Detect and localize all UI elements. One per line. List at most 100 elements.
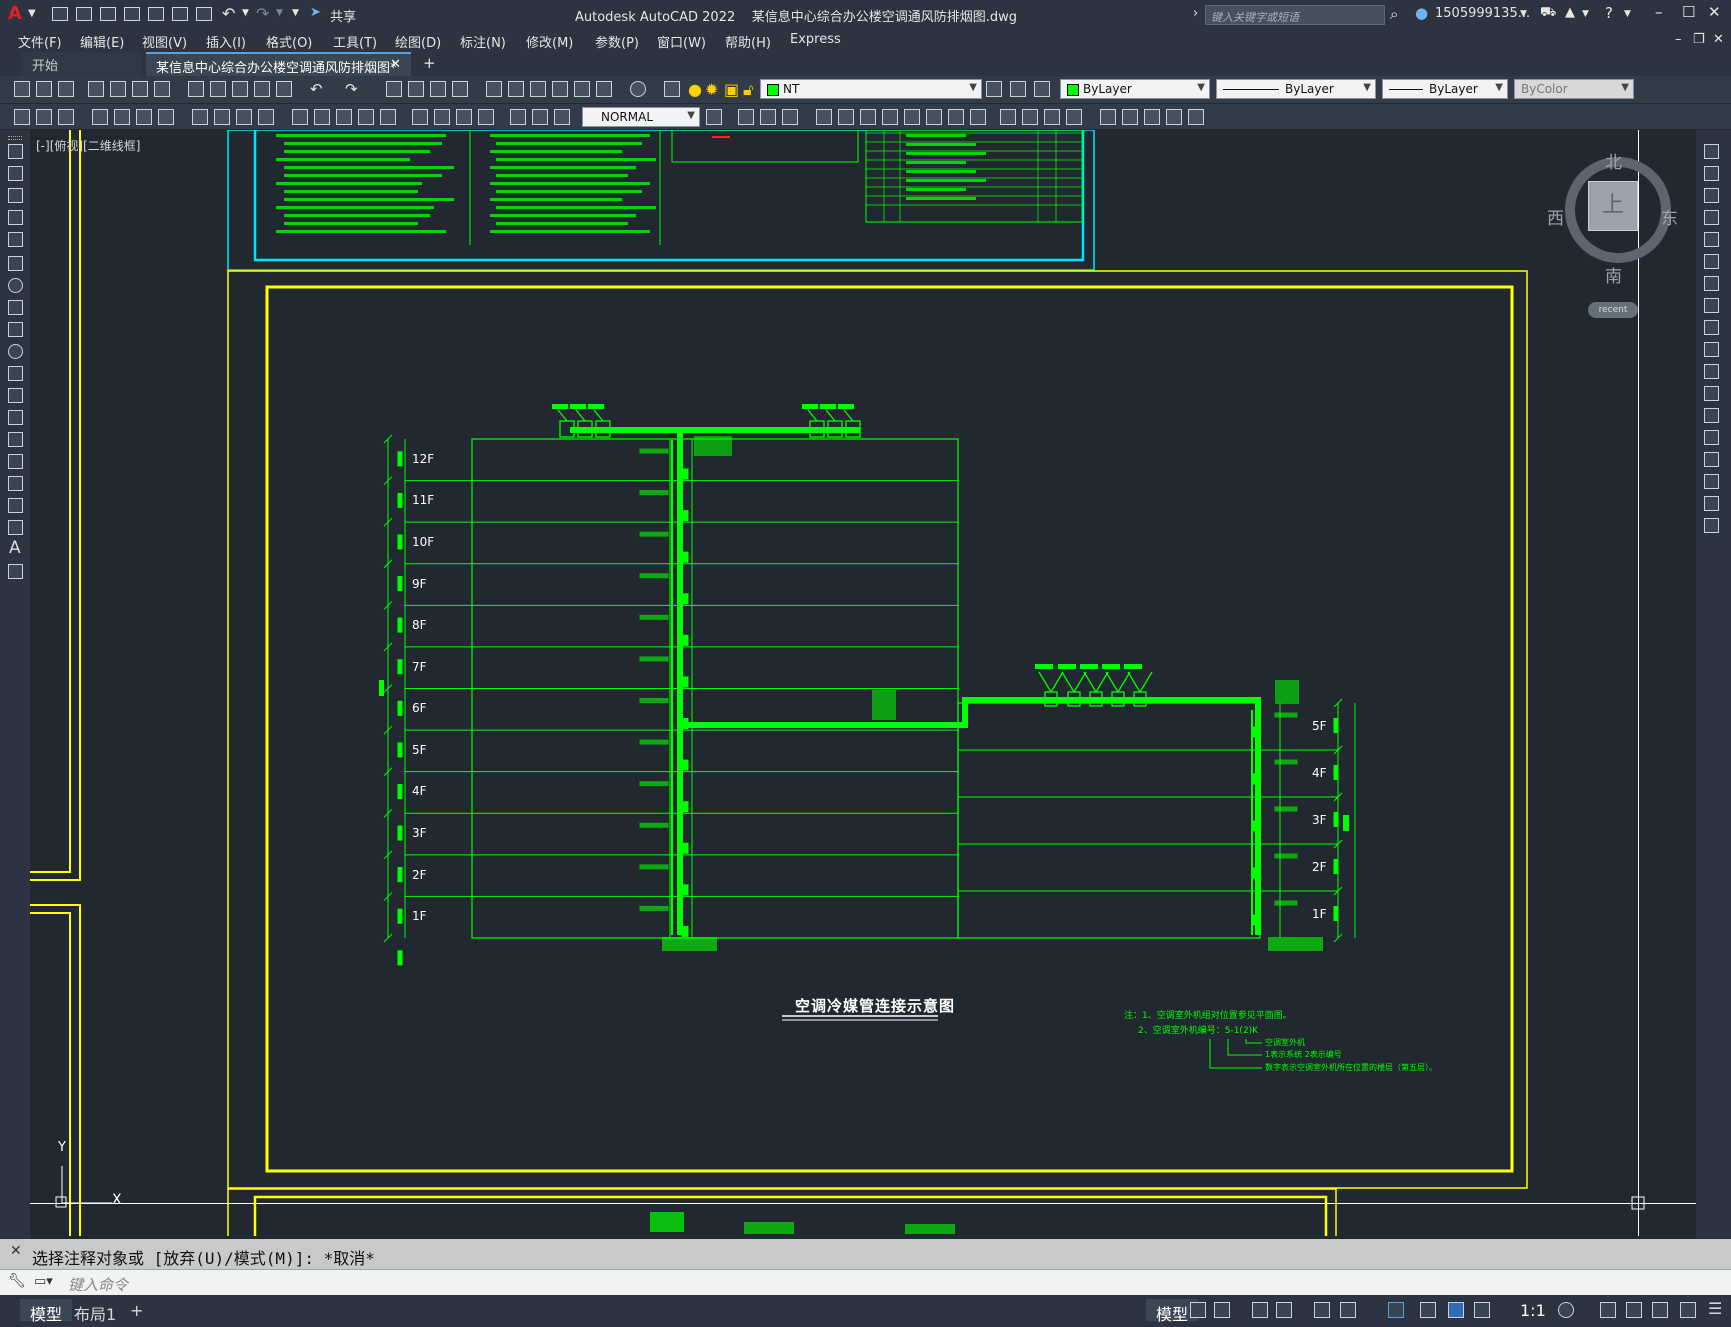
dim-space-icon[interactable] <box>358 109 374 125</box>
layer-on-icon[interactable]: ● <box>688 80 702 99</box>
command-close-icon[interactable]: ✕ <box>10 1243 22 1259</box>
menu-edit[interactable]: 编辑(E) <box>80 32 124 51</box>
open-from-web-icon[interactable] <box>148 7 164 21</box>
attach-icon[interactable] <box>1188 109 1204 125</box>
jogged-linear-icon[interactable] <box>478 109 494 125</box>
snap-icon[interactable] <box>1214 1302 1230 1318</box>
menu-modify[interactable]: 修改(M) <box>526 32 573 51</box>
extend-icon[interactable] <box>948 109 964 125</box>
spline-icon[interactable] <box>8 322 23 337</box>
share-icon[interactable]: ➤ <box>310 5 321 20</box>
viewcube-west[interactable]: 西 <box>1547 204 1564 229</box>
viewcube-south[interactable]: 南 <box>1605 262 1622 287</box>
qsave-icon[interactable] <box>58 81 74 97</box>
viewcube-face-top[interactable]: 上 <box>1588 181 1638 231</box>
move-icon[interactable] <box>838 109 854 125</box>
lineweight-display-icon[interactable] <box>1420 1302 1436 1318</box>
zoom-window-icon[interactable] <box>430 81 446 97</box>
explode-right-icon[interactable] <box>1704 518 1719 533</box>
insert-block-icon[interactable] <box>1100 109 1116 125</box>
grid-icon[interactable] <box>1190 1302 1206 1318</box>
menu-tools[interactable]: 工具(T) <box>333 32 377 51</box>
object-snap-tracking-icon[interactable] <box>1340 1302 1356 1318</box>
menu-file[interactable]: 文件(F) <box>18 32 62 51</box>
clean-screen-icon[interactable] <box>1680 1302 1696 1318</box>
viewcube-east[interactable]: 东 <box>1661 204 1678 229</box>
wblock-icon[interactable] <box>1144 109 1160 125</box>
user-dropdown-icon[interactable]: ▼ <box>1520 9 1527 19</box>
break-icon[interactable] <box>970 109 986 125</box>
quick-properties-icon[interactable] <box>1652 1302 1668 1318</box>
polyline-icon[interactable] <box>8 188 23 203</box>
annotation-monitor-icon[interactable] <box>1600 1302 1616 1318</box>
search-input[interactable]: 键入关键字或短语 <box>1205 5 1385 25</box>
menu-parametric[interactable]: 参数(P) <box>595 32 639 51</box>
trim-right-icon[interactable] <box>1704 342 1719 357</box>
tool-palettes-icon[interactable] <box>530 81 546 97</box>
save-to-web-icon[interactable] <box>172 7 188 21</box>
command-input[interactable]: 键入命令 <box>68 1274 128 1295</box>
dim-linear-icon[interactable] <box>92 109 108 125</box>
stamp-icon[interactable] <box>36 109 52 125</box>
polygon-icon[interactable] <box>8 210 23 225</box>
menu-draw[interactable]: 绘图(D) <box>395 32 441 51</box>
line-icon[interactable] <box>8 144 23 159</box>
qnew-icon[interactable] <box>14 81 30 97</box>
plotstyle-dropdown[interactable]: ByColor ▼ <box>1514 79 1634 99</box>
stretch-icon[interactable] <box>904 109 920 125</box>
scale-right-icon[interactable] <box>1704 298 1719 313</box>
ellipse-arc-icon[interactable] <box>8 366 23 381</box>
make-layer-current-icon[interactable] <box>986 81 1002 97</box>
multiline-text-icon[interactable]: A <box>9 538 21 558</box>
paste-icon[interactable] <box>232 81 248 97</box>
hatch-icon[interactable] <box>8 454 23 469</box>
layer-properties-icon[interactable] <box>664 81 680 97</box>
design-center-icon[interactable] <box>508 81 524 97</box>
viewcube-north[interactable]: 北 <box>1605 148 1622 173</box>
annotation-scale[interactable]: 1:1 <box>1516 1299 1550 1321</box>
toolbar-undo-icon[interactable]: ↶ <box>310 80 323 98</box>
search-icon[interactable]: ⌕ <box>1390 5 1398 23</box>
chamfer-icon[interactable] <box>1022 109 1038 125</box>
chamfer-right-icon[interactable] <box>1704 452 1719 467</box>
viewport-controls-label[interactable]: [-][俯视][二维线框] <box>36 137 140 154</box>
dim-edit-icon[interactable] <box>510 109 526 125</box>
share-button[interactable]: 共享 <box>330 6 356 25</box>
plot-icon[interactable] <box>196 7 212 21</box>
markup-icon[interactable] <box>574 81 590 97</box>
viewcube[interactable]: 上 北 南 西 东 <box>1547 152 1678 287</box>
search-expand-icon[interactable]: › <box>1193 6 1198 21</box>
copy-icon[interactable] <box>210 81 226 97</box>
app-dropdown-icon[interactable]: ▼ <box>1582 9 1589 19</box>
xref-icon[interactable] <box>1166 109 1182 125</box>
trim-icon[interactable] <box>926 109 942 125</box>
gradient-icon[interactable] <box>8 476 23 491</box>
ucs-menu-button[interactable]: recent <box>1588 302 1638 318</box>
scale-icon[interactable] <box>882 109 898 125</box>
blend-curves-icon[interactable] <box>1704 496 1719 511</box>
customize-toolbar-icon[interactable]: ▼ <box>292 8 299 18</box>
block-editor-icon[interactable] <box>276 81 292 97</box>
mark-icon[interactable] <box>14 109 30 125</box>
units-icon[interactable] <box>1626 1302 1642 1318</box>
menu-format[interactable]: 格式(O) <box>266 32 312 51</box>
menu-insert[interactable]: 插入(I) <box>206 32 246 51</box>
help-icon[interactable]: ? <box>1605 4 1613 22</box>
help-dropdown-icon[interactable]: ▼ <box>1624 9 1631 19</box>
offset-icon[interactable] <box>782 109 798 125</box>
tab-drawing[interactable]: 某信息中心综合办公楼空调通风防排烟图* ✕ <box>146 52 411 76</box>
dim-update-icon[interactable] <box>554 109 570 125</box>
menu-express[interactable]: Express <box>790 32 841 47</box>
dim-diameter-icon[interactable] <box>236 109 252 125</box>
dim-break-icon[interactable] <box>380 109 396 125</box>
lineweight-dropdown[interactable]: ByLayer ▼ <box>1382 79 1508 99</box>
workspace-gear-icon[interactable] <box>1558 1302 1574 1318</box>
copy-right-icon[interactable] <box>1704 166 1719 181</box>
rotate-icon[interactable] <box>860 109 876 125</box>
autodesk-app-icon[interactable]: ▲ <box>1565 5 1575 20</box>
dim-jogged-icon[interactable] <box>214 109 230 125</box>
join-icon[interactable] <box>1000 109 1016 125</box>
dim-arc-icon[interactable] <box>136 109 152 125</box>
revision-cloud-icon[interactable] <box>8 300 23 315</box>
make-block-left-icon[interactable] <box>8 410 23 425</box>
